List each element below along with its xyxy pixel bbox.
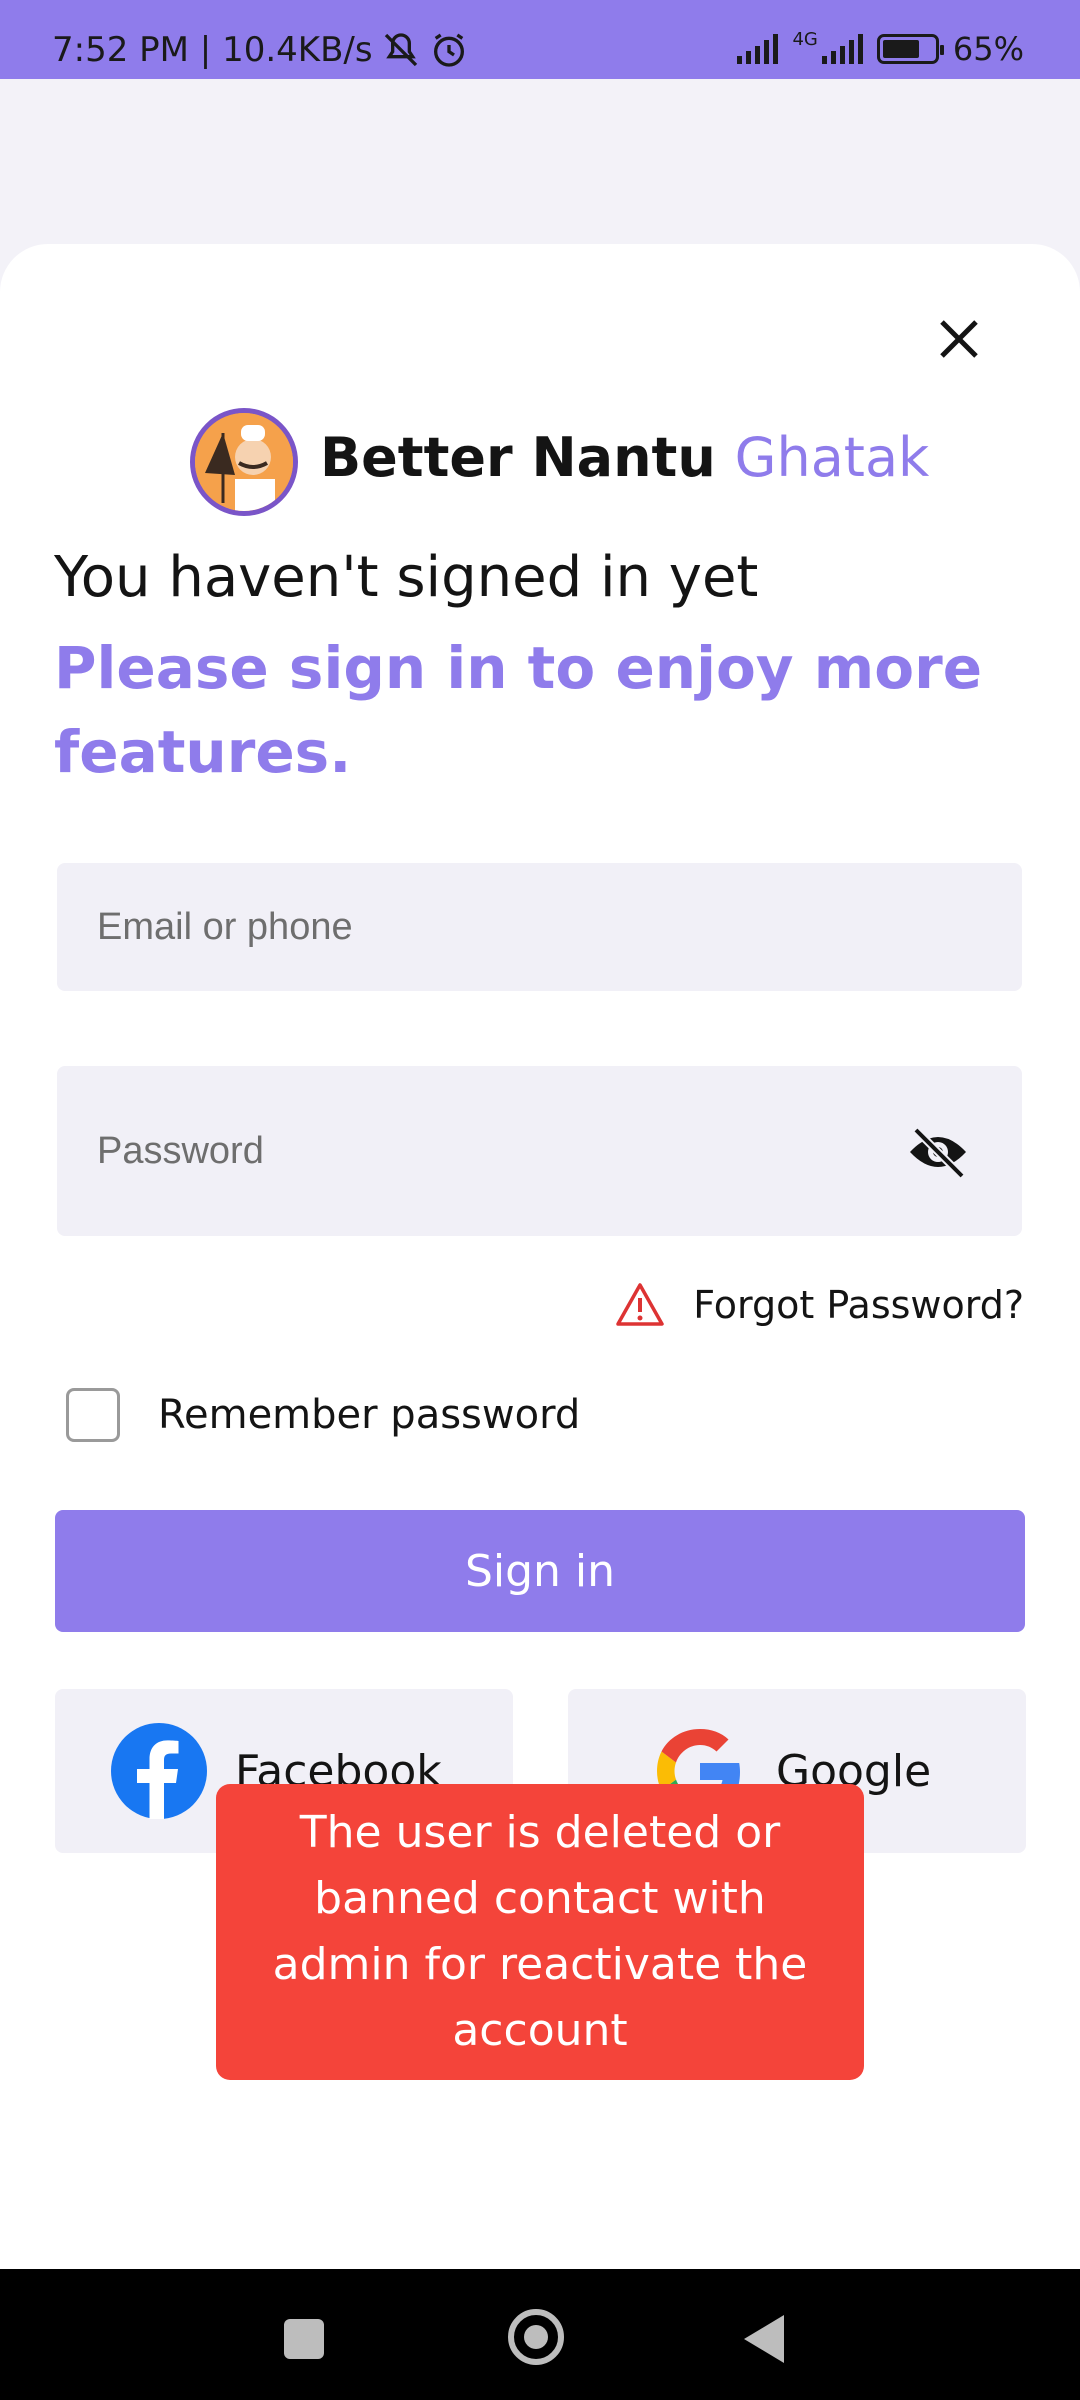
forgot-password-link[interactable]: Forgot Password?: [615, 1282, 1024, 1328]
facebook-icon: [111, 1723, 207, 1819]
brand-name-part1: Better Nantu: [320, 426, 716, 489]
signin-heading: You haven't signed in yet: [54, 545, 759, 610]
alarm-icon: [433, 33, 464, 67]
eye-off-icon[interactable]: [906, 1126, 970, 1178]
battery-icon: [876, 34, 944, 64]
sign-in-button[interactable]: Sign in: [55, 1510, 1025, 1632]
signal-icon: [737, 34, 779, 64]
password-field-container: [57, 1066, 1022, 1236]
status-right: 4G 65%: [737, 29, 1024, 68]
forgot-password-label: Forgot Password?: [693, 1283, 1024, 1327]
error-toast: The user is deleted or banned contact wi…: [216, 1784, 864, 2080]
system-nav-bar: [0, 2269, 1080, 2400]
remember-password-row: Remember password: [66, 1388, 580, 1442]
network-type: 4G: [792, 29, 818, 50]
password-field[interactable]: [57, 1066, 1022, 1236]
nav-recents-icon[interactable]: [284, 2319, 324, 2359]
close-icon[interactable]: [930, 310, 988, 368]
status-bar: 7:52 PM | 10.4KB/s 4G 65%: [0, 0, 1080, 79]
remember-password-checkbox[interactable]: [66, 1388, 120, 1442]
signal-icon-2: [821, 34, 863, 64]
status-left: 7:52 PM | 10.4KB/s: [52, 30, 469, 70]
brand-name: Better Nantu Ghatak: [320, 426, 929, 489]
signin-subheading: Please sign in to enjoy more features.: [54, 634, 983, 786]
brand-logo: [190, 408, 298, 516]
email-field[interactable]: [57, 863, 1022, 991]
nav-home-icon[interactable]: [508, 2309, 564, 2365]
nav-back-icon[interactable]: [744, 2315, 784, 2363]
chef-mascot-icon: [195, 413, 293, 511]
email-field-container: [57, 863, 1022, 991]
warning-icon: [616, 1283, 665, 1326]
status-time: 7:52 PM | 10.4KB/s: [52, 30, 373, 70]
mute-icon: [384, 33, 417, 67]
brand-name-part2: Ghatak: [734, 426, 930, 489]
battery-level: 65%: [952, 30, 1024, 68]
remember-password-label: Remember password: [158, 1392, 581, 1438]
